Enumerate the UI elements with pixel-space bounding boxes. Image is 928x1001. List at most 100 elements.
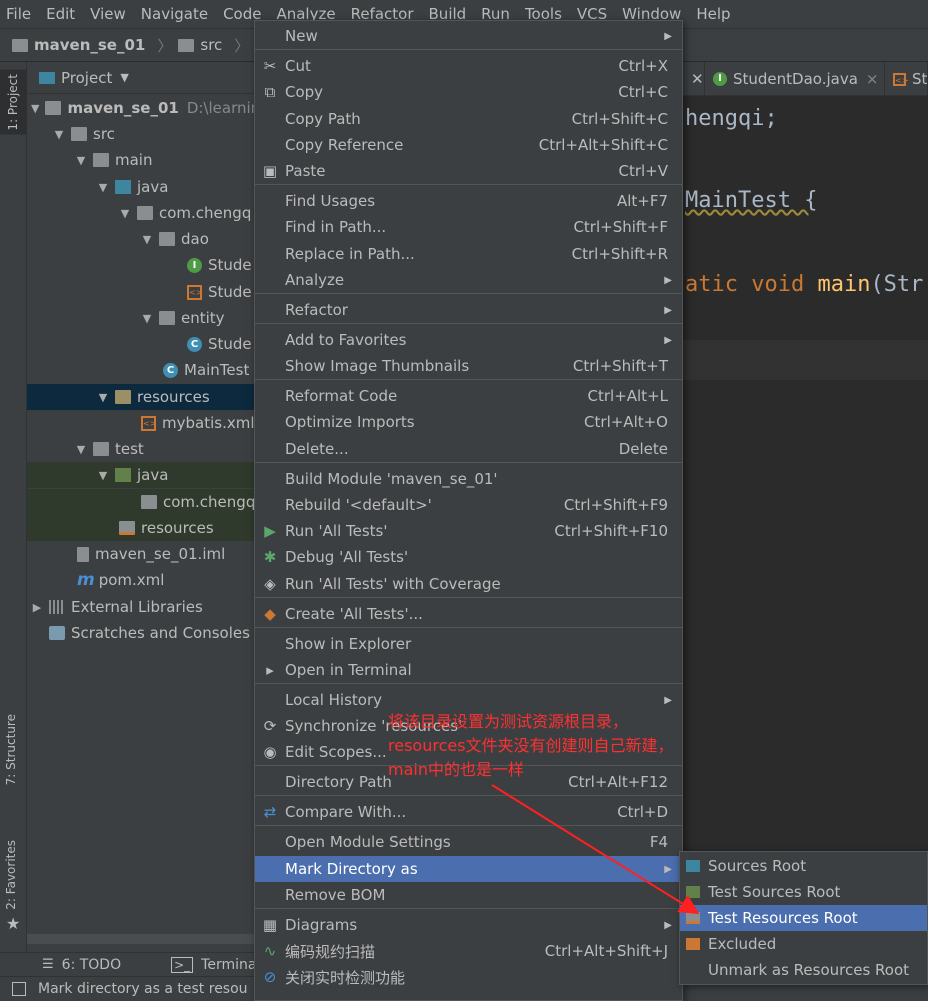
menu-item-run-all-tests-with-coverage[interactable]: ◈ Run 'All Tests' with Coverage (255, 571, 682, 597)
menu-item-shortcut: Delete (618, 440, 668, 458)
menu-item-replace-in-path[interactable]: Replace in Path... Ctrl+Shift+R (255, 241, 682, 267)
menu-item-label: Copy Path (285, 110, 361, 128)
menu-item-shortcut: Ctrl+Alt+Shift+J (544, 942, 668, 960)
tree-item-external-libraries[interactable]: ▶ External Libraries (27, 594, 255, 620)
menu-item-copy-path[interactable]: Copy Path Ctrl+Shift+C (255, 106, 682, 132)
tab-student[interactable]: <> St (885, 62, 928, 96)
menu-help[interactable]: Help (696, 5, 730, 23)
tab-student-dao[interactable]: I StudentDao.java × (705, 62, 885, 96)
menu-item-diagrams[interactable]: ▦ Diagrams ▶ (255, 912, 682, 938)
menu-item-paste[interactable]: ▣ Paste Ctrl+V (255, 158, 682, 184)
tree-item-main[interactable]: ▼ main (27, 147, 255, 173)
tree-item-pom[interactable]: m pom.xml (27, 567, 255, 593)
expand-arrow-icon: ▼ (98, 390, 108, 404)
menu-item-refactor[interactable]: Refactor ▶ (255, 297, 682, 323)
tree-item-scratches[interactable]: Scratches and Consoles (27, 620, 255, 646)
tab-scroll-left[interactable]: ✕ (683, 62, 705, 96)
menu-item-analyze[interactable]: Analyze ▶ (255, 267, 682, 293)
menu-item-label: Run 'All Tests' with Coverage (285, 575, 501, 593)
menu-item-label: Remove BOM (285, 886, 386, 904)
menu-item-test-sources-root[interactable]: Test Sources Root (680, 879, 927, 905)
list-icon: ☰ (42, 957, 54, 972)
tree-item-src[interactable]: ▼ src (27, 121, 255, 147)
menu-item-label: Rebuild '<default>' (285, 496, 432, 514)
menu-item-run-all-tests[interactable]: ▶ Run 'All Tests' Ctrl+Shift+F10 (255, 518, 682, 544)
menu-item-mark-directory-as[interactable]: Mark Directory as ▶ (255, 856, 682, 882)
tab-terminal[interactable]: >_ Terminal (171, 956, 260, 973)
menu-item-build-module-maven-se-01[interactable]: Build Module 'maven_se_01' (255, 466, 682, 492)
tree-item-student-dao-xml[interactable]: <> Stude (27, 279, 255, 305)
tree-item-test-java[interactable]: ▼ java (27, 462, 255, 488)
tree-item-main-resources[interactable]: ▼ resources (27, 384, 255, 410)
terminal-icon: ▸ (266, 661, 274, 679)
menu-item-show-image-thumbnails[interactable]: Show Image Thumbnails Ctrl+Shift+T (255, 353, 682, 379)
tree-item-main-test[interactable]: C MainTest (27, 357, 255, 383)
create-test-icon: ◆ (264, 605, 276, 623)
menu-item-compare-with[interactable]: ⇄ Compare With... Ctrl+D (255, 799, 682, 825)
menu-item-show-in-explorer[interactable]: Show in Explorer (255, 631, 682, 657)
breadcrumb-item-src[interactable]: src (178, 36, 222, 54)
menu-item-copy[interactable]: ⧉ Copy Ctrl+C (255, 79, 682, 105)
menu-separator (255, 597, 682, 598)
expand-arrow-icon: ▼ (142, 311, 152, 325)
menu-item-sources-root[interactable]: Sources Root (680, 853, 927, 879)
menu-view[interactable]: View (90, 5, 126, 23)
menu-item-copy-reference[interactable]: Copy Reference Ctrl+Alt+Shift+C (255, 132, 682, 158)
tree-item-entity[interactable]: ▼ entity (27, 305, 255, 331)
menu-item-create-all-tests[interactable]: ◆ Create 'All Tests'... (255, 601, 682, 627)
menu-item-cut[interactable]: ✂ Cut Ctrl+X (255, 53, 682, 79)
menu-item-reformat-code[interactable]: Reformat Code Ctrl+Alt+L (255, 383, 682, 409)
tree-item-iml[interactable]: maven_se_01.iml (27, 541, 255, 567)
menu-separator (255, 323, 682, 324)
menu-item-label: Copy (285, 83, 324, 101)
menu-navigate[interactable]: Navigate (141, 5, 208, 23)
coverage-icon: ◈ (264, 575, 276, 593)
menu-item-open-module-settings[interactable]: Open Module Settings F4 (255, 829, 682, 855)
menu-item-delete[interactable]: Delete... Delete (255, 436, 682, 462)
tab-project[interactable]: 1: Project (0, 70, 27, 135)
tree-item-package[interactable]: ▼ com.chengq (27, 200, 255, 226)
menu-item-item-33[interactable]: ∿ 编码规约扫描 Ctrl+Alt+Shift+J (255, 938, 682, 964)
tab-todo[interactable]: ☰ 6: TODO (42, 957, 121, 973)
tree-item-module[interactable]: ▼ maven_se_01 D:\learnin (27, 95, 255, 121)
menu-item-shortcut: Alt+F7 (616, 192, 668, 210)
menu-item-shortcut: F4 (649, 833, 668, 851)
tab-favorites[interactable]: 2: Favorites (4, 840, 18, 910)
menu-separator (255, 795, 682, 796)
tab-structure[interactable]: 7: Structure (4, 714, 18, 785)
breadcrumb-item-module[interactable]: maven_se_01 (12, 36, 145, 54)
tree-item-mybatis-xml[interactable]: <> mybatis.xml (27, 410, 255, 436)
tree-item-student-entity[interactable]: C Stude (27, 331, 255, 357)
menu-item-open-in-terminal[interactable]: ▸ Open in Terminal (255, 657, 682, 683)
project-panel-header[interactable]: Project ▼ (27, 62, 255, 94)
menu-item-add-to-favorites[interactable]: Add to Favorites ▶ (255, 327, 682, 353)
tree-item-test[interactable]: ▼ test (27, 436, 255, 462)
menu-separator (255, 683, 682, 684)
menu-item-item-34[interactable]: ⊘ 关闭实时检测功能 (255, 964, 682, 990)
tree-item-dao[interactable]: ▼ dao (27, 226, 255, 252)
menu-item-new[interactable]: New ▶ (255, 23, 682, 49)
menu-item-shortcut: Ctrl+Shift+F10 (554, 522, 668, 540)
tree-item-test-package[interactable]: com.chengq (27, 489, 255, 515)
menu-item-optimize-imports[interactable]: Optimize Imports Ctrl+Alt+O (255, 409, 682, 435)
tree-item-student-dao[interactable]: I Stude (27, 252, 255, 278)
menu-item-remove-bom[interactable]: Remove BOM (255, 882, 682, 908)
sync-icon: ⟳ (263, 717, 277, 735)
tree-item-java[interactable]: ▼ java (27, 174, 255, 200)
toggle-tool-windows-icon[interactable] (12, 982, 26, 996)
menu-item-find-usages[interactable]: Find Usages Alt+F7 (255, 188, 682, 214)
menu-item-debug-all-tests[interactable]: ✱ Debug 'All Tests' (255, 544, 682, 570)
tree-item-test-resources[interactable]: resources (27, 515, 255, 541)
menu-item-shortcut: Ctrl+Shift+C (571, 110, 668, 128)
menu-item-find-in-path[interactable]: Find in Path... Ctrl+Shift+F (255, 214, 682, 240)
menu-item-unmark[interactable]: Unmark as Resources Root (680, 957, 927, 983)
project-horizontal-scrollbar[interactable] (27, 934, 255, 944)
expand-arrow-icon: ▶ (32, 600, 42, 614)
menu-item-excluded[interactable]: Excluded (680, 931, 927, 957)
close-icon[interactable]: × (866, 70, 879, 88)
menu-item-rebuild-default[interactable]: Rebuild '<default>' Ctrl+Shift+F9 (255, 492, 682, 518)
menu-edit[interactable]: Edit (46, 5, 75, 23)
menu-file[interactable]: File (6, 5, 31, 23)
libraries-icon (49, 600, 65, 614)
menu-item-test-resources-root[interactable]: Test Resources Root (680, 905, 927, 931)
